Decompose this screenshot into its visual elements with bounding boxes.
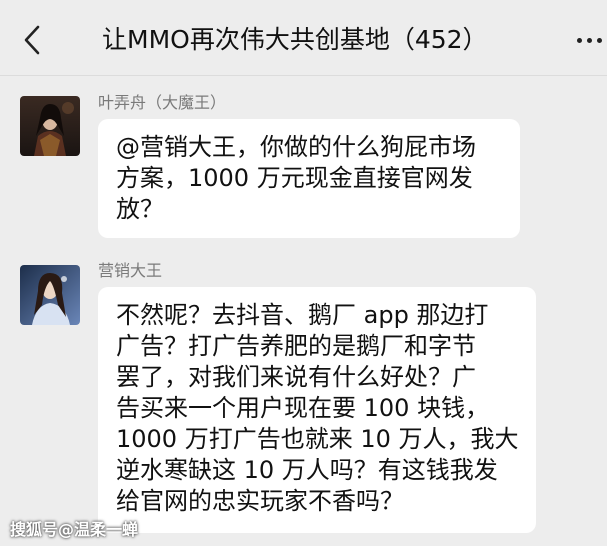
avatar-yingxiaodawang[interactable]: [20, 265, 80, 325]
chevron-left-icon: [24, 25, 40, 55]
sender-name: 叶弄舟（大魔王）: [98, 93, 227, 112]
back-button[interactable]: [18, 22, 48, 58]
chat-header: 让MMO再次伟大共创基地（452）: [0, 0, 607, 76]
more-options-button[interactable]: [573, 30, 607, 50]
more-dots-icon: [577, 38, 582, 43]
message-bubble[interactable]: 不然呢？去抖音、鹅厂 app 那边打 广告？打广告养肥的是鹅厂和字节 罢了，对我…: [98, 287, 536, 533]
sender-name: 营销大王: [98, 261, 163, 280]
message-bubble[interactable]: @营销大王，你做的什么狗屁市场 方案，1000 万元现金直接官网发 放？: [98, 119, 520, 238]
chat-title: 让MMO再次伟大共创基地（452）: [102, 25, 488, 54]
avatar-yenongzhou[interactable]: [20, 96, 80, 156]
character-portrait-icon: [20, 96, 80, 156]
source-watermark: 搜狐号@温柔一蝉: [10, 520, 139, 539]
character-portrait-icon: [20, 265, 80, 325]
